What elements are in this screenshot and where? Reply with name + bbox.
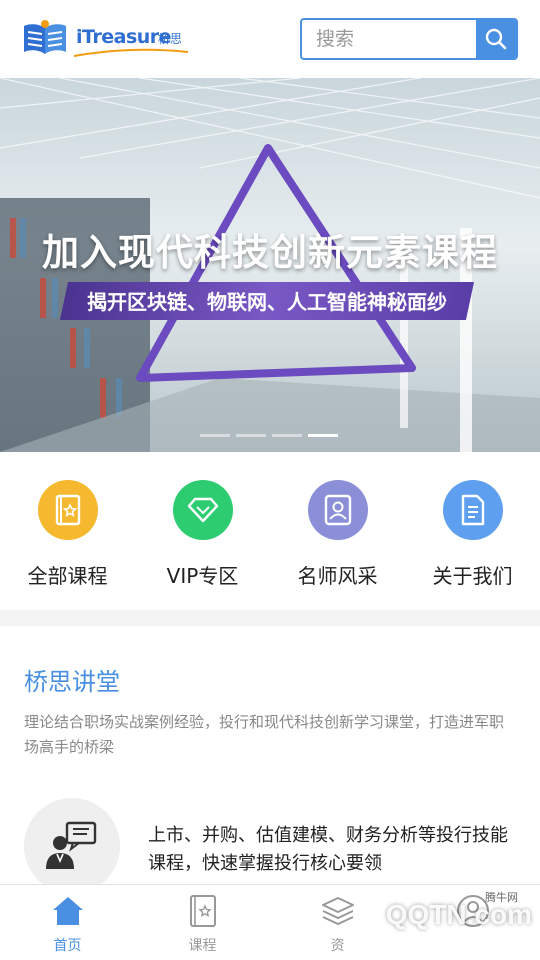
tab-label: 资 <box>330 938 345 954</box>
nav-label: VIP专区 <box>166 564 239 588</box>
carousel-dot[interactable] <box>272 434 302 437</box>
tab-home[interactable]: 首页 <box>0 893 135 955</box>
stack-icon <box>320 893 356 929</box>
nav-item-about-us[interactable]: 关于我们 <box>405 480 540 589</box>
feature-text[interactable]: 上市、并购、估值建模、财务分析等投行技能课程，快速掌握投行核心要领 <box>148 822 518 878</box>
tab-label: 课程 <box>188 938 217 954</box>
lecture-section: 桥思讲堂 理论结合职场实战案例经验，投行和现代科技创新学习课堂，打造进军职场高手… <box>0 626 540 894</box>
bottom-tab-bar: 首页 课程 资 腾牛网 QQTN.com <box>0 884 540 960</box>
banner-carousel[interactable]: 加入现代科技创新元素课程 揭开区块链、物联网、人工智能神秘面纱 <box>0 78 540 452</box>
carousel-indicator <box>200 434 338 437</box>
nav-label: 名师风采 <box>297 564 378 588</box>
search-input[interactable] <box>302 20 478 58</box>
diamond-icon <box>172 480 233 540</box>
watermark: QQTN.com <box>385 899 532 930</box>
nav-label: 关于我们 <box>432 564 513 588</box>
tab-courses[interactable]: 课程 <box>135 893 270 955</box>
tab-resources[interactable]: 资 <box>270 893 405 955</box>
feature-icon-container <box>24 798 120 894</box>
nav-item-teachers[interactable]: 名师风采 <box>270 480 405 589</box>
section-title[interactable]: 桥思讲堂 <box>24 662 120 697</box>
banner-title: 加入现代科技创新元素课程 <box>42 231 498 274</box>
teacher-portrait-icon <box>307 480 368 540</box>
carousel-dot[interactable] <box>200 434 230 437</box>
home-icon <box>50 893 86 929</box>
nav-item-vip[interactable]: VIP专区 <box>135 480 270 589</box>
logo-text: iTreasure <box>76 26 172 48</box>
presenter-icon <box>46 821 97 869</box>
quick-nav: 全部课程 VIP专区 名师风采 关于我们 <box>0 452 540 610</box>
search-box <box>300 18 518 60</box>
carousel-dot[interactable] <box>236 434 266 437</box>
section-description: 理论结合职场实战案例经验，投行和现代科技创新学习课堂，打造进军职场高手的桥梁 <box>24 713 505 756</box>
document-icon <box>442 480 503 540</box>
search-button[interactable] <box>476 20 516 58</box>
logo-subtext: 桥思 <box>158 32 183 46</box>
logo-book-icon <box>24 20 66 54</box>
logo-swoosh-icon <box>73 48 189 57</box>
header: iTreasure 桥思 <box>0 0 540 78</box>
search-icon <box>485 28 507 50</box>
nav-item-all-courses[interactable]: 全部课程 <box>0 480 135 589</box>
tab-label: 首页 <box>53 938 82 954</box>
carousel-dot-active[interactable] <box>308 434 338 437</box>
course-icon <box>185 893 221 929</box>
course-book-icon <box>37 480 98 540</box>
banner-subtitle: 揭开区块链、物联网、人工智能神秘面纱 <box>87 290 447 314</box>
nav-label: 全部课程 <box>27 564 108 588</box>
logo[interactable]: iTreasure 桥思 <box>22 16 192 62</box>
